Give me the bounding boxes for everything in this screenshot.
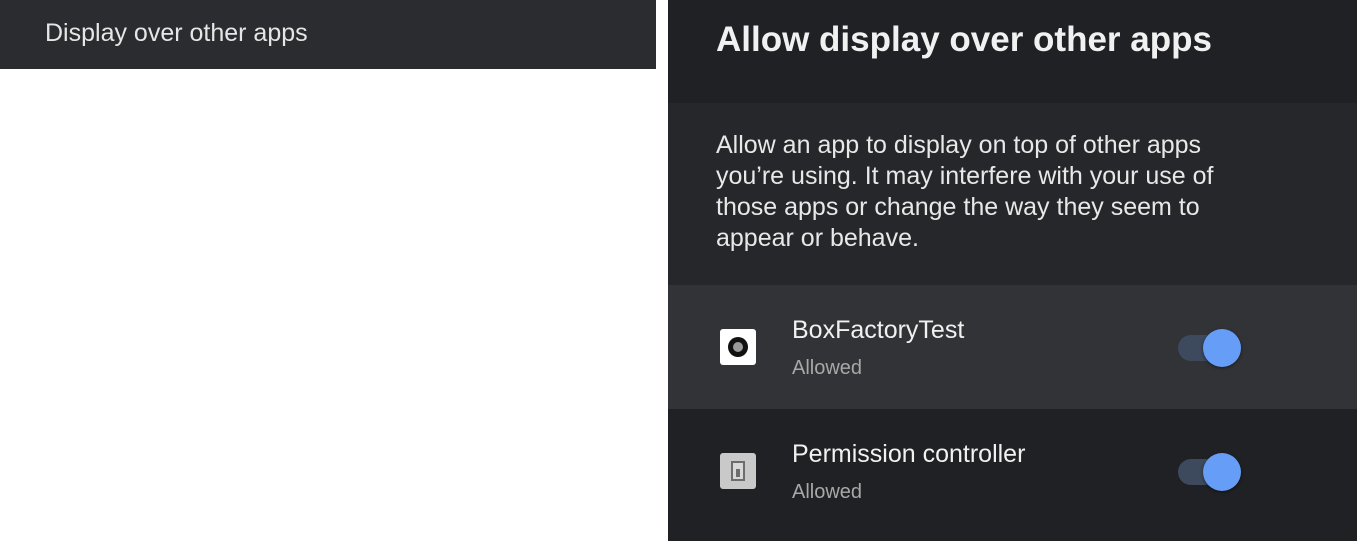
- app-status: Allowed: [792, 357, 863, 379]
- right-panel: Allow display over other apps Allow an a…: [668, 0, 1357, 541]
- allow-toggle[interactable]: [1178, 329, 1241, 367]
- allow-toggle[interactable]: [1178, 453, 1241, 491]
- app-name: Permission controller: [792, 440, 1026, 468]
- app-status: Allowed: [792, 481, 863, 503]
- app-row-boxfactorytest[interactable]: BoxFactoryTest Allowed: [668, 285, 1357, 409]
- toggle-thumb: [1203, 329, 1241, 367]
- permission-controller-app-icon: [720, 453, 756, 489]
- app-row-permission-controller[interactable]: Permission controller Allowed: [668, 409, 1357, 541]
- description-text: Allow an app to display on top of other …: [716, 131, 1214, 252]
- description-section: Allow an app to display on top of other …: [668, 103, 1357, 285]
- screen: Display over other apps Allow display ov…: [0, 0, 1357, 541]
- panel-divider: [656, 0, 668, 541]
- box-factory-app-icon: [720, 329, 756, 365]
- menu-item-display-over-other-apps[interactable]: Display over other apps: [0, 0, 656, 69]
- page-title: Allow display over other apps: [716, 20, 1212, 59]
- menu-item-label: Display over other apps: [45, 19, 308, 47]
- toggle-thumb: [1203, 453, 1241, 491]
- app-name: BoxFactoryTest: [792, 316, 965, 344]
- left-panel: Display over other apps: [0, 0, 656, 541]
